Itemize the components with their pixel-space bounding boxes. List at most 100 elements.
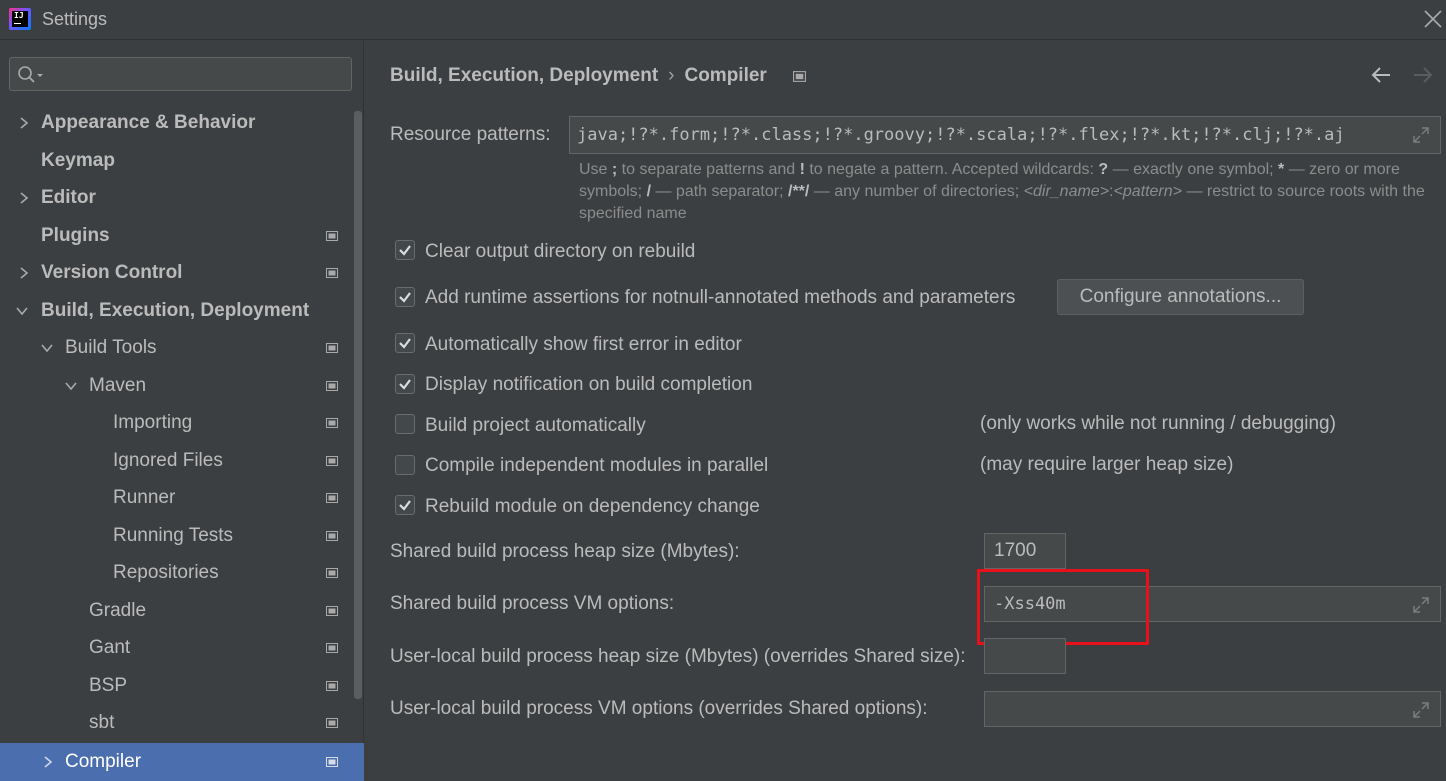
sidebar-item-runner[interactable]: Runner	[0, 480, 352, 516]
sidebar-item-build-execution-deployment[interactable]: Build, Execution, Deployment	[0, 293, 352, 329]
search-input[interactable]	[9, 57, 352, 91]
project-scope-icon	[326, 268, 338, 278]
show-first-error-checkbox[interactable]	[395, 333, 415, 353]
build-notification-label[interactable]: Display notification on build completion	[425, 374, 752, 396]
chevron-down-icon	[16, 307, 28, 316]
project-scope-icon	[326, 606, 338, 616]
shared-heap-value: 1700	[994, 540, 1037, 561]
resource-patterns-hint: Use ; to separate patterns and ! to nega…	[579, 161, 1425, 222]
runtime-assertions-checkbox[interactable]	[395, 287, 415, 307]
checkmark-icon	[399, 500, 411, 511]
sidebar-item-appearance[interactable]: Appearance & Behavior	[0, 105, 352, 141]
breadcrumb: Build, Execution, Deployment › Compiler	[390, 65, 767, 87]
highlight-box	[977, 569, 1149, 645]
window-title: Settings	[42, 9, 108, 29]
sidebar-item-running-tests[interactable]: Running Tests	[0, 518, 352, 554]
resource-patterns-value: java;!?*.form;!?*.class;!?*.groovy;!?*.s…	[577, 125, 1345, 145]
sidebar-item-label: Running Tests	[113, 525, 234, 546]
expand-icon[interactable]	[1412, 701, 1430, 719]
build-automatically-checkbox[interactable]	[395, 414, 415, 434]
logo-text: IJ	[14, 11, 24, 20]
sidebar-item-label: BSP	[89, 675, 128, 696]
sidebar-item-label: Gradle	[89, 600, 147, 621]
sidebar-item-label: Build Tools	[65, 337, 157, 358]
project-scope-icon	[326, 381, 338, 391]
sidebar-item-editor[interactable]: Editor	[0, 180, 352, 216]
shared-vm-label: Shared build process VM options:	[390, 593, 675, 614]
configure-annotations-button[interactable]: Configure annotations...	[1057, 279, 1304, 315]
sidebar-item-label: Compiler	[65, 751, 142, 772]
user-vm-input[interactable]	[984, 691, 1441, 727]
sidebar-item-version-control[interactable]: Version Control	[0, 255, 352, 291]
sidebar-item-label: Ignored Files	[113, 450, 223, 471]
runtime-assertions-label[interactable]: Add runtime assertions for notnull-annot…	[425, 287, 1015, 309]
sidebar-item-label: Plugins	[41, 225, 110, 246]
project-scope-icon	[326, 757, 338, 767]
sidebar-item-label: Build, Execution, Deployment	[41, 300, 310, 321]
shared-heap-label: Shared build process heap size (Mbytes):	[390, 541, 740, 562]
project-scope-icon	[326, 681, 338, 691]
sidebar-item-label: Runner	[113, 487, 176, 508]
sidebar-item-sbt[interactable]: sbt	[0, 705, 352, 741]
expand-icon[interactable]	[1412, 596, 1430, 614]
project-scope-icon	[793, 71, 806, 82]
project-scope-icon	[326, 531, 338, 541]
user-vm-label: User-local build process VM options (ove…	[390, 698, 928, 719]
project-scope-icon	[326, 643, 338, 653]
project-scope-icon	[326, 418, 338, 428]
build-notification-checkbox[interactable]	[395, 374, 415, 394]
rebuild-on-dependency-label[interactable]: Rebuild module on dependency change	[425, 496, 760, 518]
clear-output-label[interactable]: Clear output directory on rebuild	[425, 241, 695, 263]
expand-icon[interactable]	[1412, 126, 1430, 144]
rebuild-on-dependency-checkbox[interactable]	[395, 495, 415, 515]
arrow-right-icon[interactable]	[1412, 64, 1434, 86]
breadcrumb-parent[interactable]: Build, Execution, Deployment	[390, 65, 658, 86]
sidebar-item-compiler[interactable]: Compiler	[0, 743, 364, 781]
sidebar-item-bsp[interactable]: BSP	[0, 668, 352, 704]
sidebar-item-importing[interactable]: Importing	[0, 405, 352, 441]
sidebar-item-label: Appearance & Behavior	[41, 112, 256, 133]
shared-heap-input[interactable]: 1700	[984, 533, 1066, 569]
chevron-right-icon	[44, 756, 53, 768]
sidebar-item-ignored-files[interactable]: Ignored Files	[0, 443, 352, 479]
user-heap-label: User-local build process heap size (Mbyt…	[390, 646, 966, 667]
clear-output-checkbox[interactable]	[395, 240, 415, 260]
sidebar-item-repositories[interactable]: Repositories	[0, 555, 352, 591]
project-scope-icon	[326, 231, 338, 241]
arrow-left-icon[interactable]	[1370, 64, 1392, 86]
chevron-right-icon	[20, 267, 29, 279]
sidebar-item-gradle[interactable]: Gradle	[0, 593, 352, 629]
sidebar-item-label: Editor	[41, 187, 96, 208]
chevron-right-icon	[20, 192, 29, 204]
project-scope-icon	[326, 718, 338, 728]
resource-patterns-input[interactable]: java;!?*.form;!?*.class;!?*.groovy;!?*.s…	[569, 116, 1441, 154]
user-heap-input[interactable]	[984, 638, 1066, 674]
title-bar: IJ Settings	[0, 0, 1446, 40]
show-first-error-label[interactable]: Automatically show first error in editor	[425, 334, 742, 356]
checkmark-icon	[399, 379, 411, 390]
checkmark-icon	[399, 292, 411, 303]
sidebar-item-gant[interactable]: Gant	[0, 630, 352, 666]
search-icon	[18, 66, 43, 83]
resource-patterns-label: Resource patterns:	[390, 124, 551, 145]
parallel-compile-checkbox[interactable]	[395, 455, 415, 475]
close-icon[interactable]	[1422, 8, 1444, 30]
sidebar-item-label: Importing	[113, 412, 193, 433]
sidebar-item-keymap[interactable]: Keymap	[0, 143, 352, 179]
project-scope-icon	[326, 493, 338, 503]
breadcrumb-separator: ›	[668, 65, 675, 86]
sidebar-item-label: Maven	[89, 375, 147, 396]
sidebar-item-plugins[interactable]: Plugins	[0, 218, 352, 254]
build-automatically-note: (only works while not running / debuggin…	[980, 413, 1336, 434]
sidebar-item-label: Repositories	[113, 562, 219, 583]
checkmark-icon	[399, 245, 411, 256]
breadcrumb-current: Compiler	[684, 65, 767, 86]
chevron-right-icon	[20, 117, 29, 129]
chevron-down-icon	[65, 382, 77, 391]
checkmark-icon	[399, 338, 411, 349]
parallel-compile-label[interactable]: Compile independent modules in parallel	[425, 455, 768, 477]
build-automatically-label[interactable]: Build project automatically	[425, 415, 646, 437]
sidebar-item-maven[interactable]: Maven	[0, 368, 352, 404]
sidebar-item-build-tools[interactable]: Build Tools	[0, 330, 352, 366]
sidebar-scrollbar[interactable]	[354, 111, 362, 699]
